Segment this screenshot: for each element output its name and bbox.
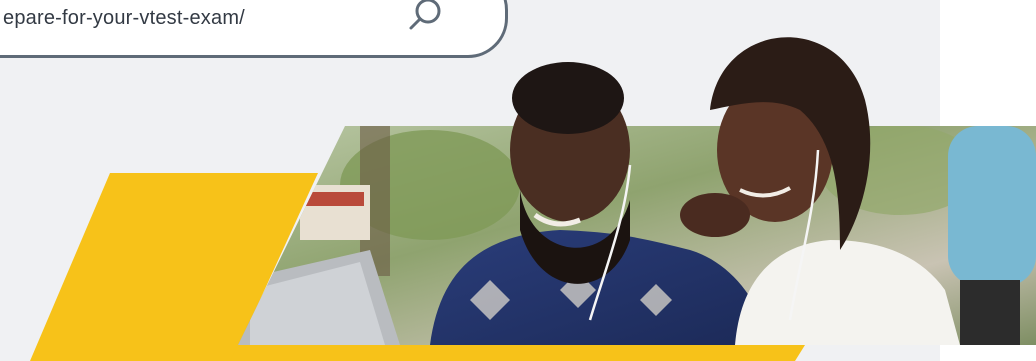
yellow-accent-bottom [230,345,805,361]
address-bar[interactable]: epare-for-your-vtest-exam/ [0,0,508,58]
hero-photo [238,126,1036,345]
search-icon [409,0,441,30]
address-bar-url[interactable]: epare-for-your-vtest-exam/ [3,7,245,30]
search-button[interactable] [401,0,451,39]
